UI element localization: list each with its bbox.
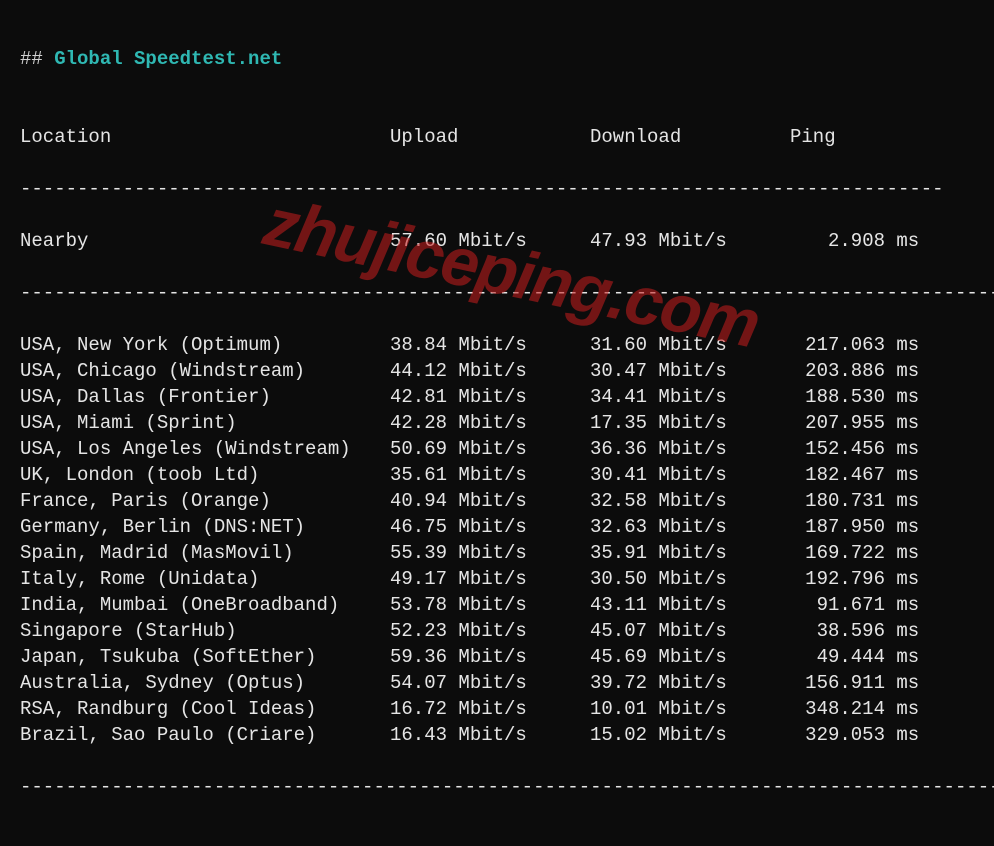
- table-row: USA, Miami (Sprint)42.28 Mbit/s17.35 Mbi…: [20, 410, 974, 436]
- header-upload: Upload: [390, 124, 590, 150]
- cell-location: USA, Los Angeles (Windstream): [20, 436, 390, 462]
- divider-line: ----------------------------------------…: [20, 176, 974, 202]
- cell-upload: 42.28 Mbit/s: [390, 410, 590, 436]
- table-row: USA, Los Angeles (Windstream)50.69 Mbit/…: [20, 436, 974, 462]
- cell-download: 17.35 Mbit/s: [590, 410, 790, 436]
- cell-location: USA, Miami (Sprint): [20, 410, 390, 436]
- cell-download: 32.63 Mbit/s: [590, 514, 790, 540]
- cell-ping: 2.908 ms: [790, 228, 950, 254]
- table-row: UK, London (toob Ltd)35.61 Mbit/s30.41 M…: [20, 462, 974, 488]
- cell-upload: 59.36 Mbit/s: [390, 644, 590, 670]
- cell-download: 10.01 Mbit/s: [590, 696, 790, 722]
- cell-location: Australia, Sydney (Optus): [20, 670, 390, 696]
- table-row: Australia, Sydney (Optus)54.07 Mbit/s39.…: [20, 670, 974, 696]
- cell-upload: 55.39 Mbit/s: [390, 540, 590, 566]
- cell-upload: 16.72 Mbit/s: [390, 696, 590, 722]
- section-title: ## Global Speedtest.net: [20, 46, 974, 72]
- cell-ping: 180.731 ms: [790, 488, 950, 514]
- cell-ping: 203.886 ms: [790, 358, 950, 384]
- cell-download: 32.58 Mbit/s: [590, 488, 790, 514]
- cell-ping: 182.467 ms: [790, 462, 950, 488]
- cell-location: Spain, Madrid (MasMovil): [20, 540, 390, 566]
- cell-ping: 38.596 ms: [790, 618, 950, 644]
- cell-location: USA, Dallas (Frontier): [20, 384, 390, 410]
- terminal-output: ## Global Speedtest.net LocationUploadDo…: [0, 0, 994, 846]
- table-row: Italy, Rome (Unidata)49.17 Mbit/s30.50 M…: [20, 566, 974, 592]
- cell-upload: 40.94 Mbit/s: [390, 488, 590, 514]
- cell-ping: 329.053 ms: [790, 722, 950, 748]
- cell-download: 39.72 Mbit/s: [590, 670, 790, 696]
- divider-line: ----------------------------------------…: [20, 280, 974, 306]
- cell-location: Italy, Rome (Unidata): [20, 566, 390, 592]
- cell-ping: 217.063 ms: [790, 332, 950, 358]
- cell-ping: 152.456 ms: [790, 436, 950, 462]
- title-prefix: ##: [20, 48, 54, 70]
- cell-ping: 49.444 ms: [790, 644, 950, 670]
- table-row: Singapore (StarHub)52.23 Mbit/s45.07 Mbi…: [20, 618, 974, 644]
- cell-ping: 192.796 ms: [790, 566, 950, 592]
- cell-location: RSA, Randburg (Cool Ideas): [20, 696, 390, 722]
- cell-location: USA, Chicago (Windstream): [20, 358, 390, 384]
- cell-location: UK, London (toob Ltd): [20, 462, 390, 488]
- table-row: Brazil, Sao Paulo (Criare)16.43 Mbit/s15…: [20, 722, 974, 748]
- cell-download: 35.91 Mbit/s: [590, 540, 790, 566]
- cell-location: Nearby: [20, 228, 390, 254]
- cell-upload: 53.78 Mbit/s: [390, 592, 590, 618]
- cell-ping: 156.911 ms: [790, 670, 950, 696]
- header-location: Location: [20, 124, 390, 150]
- cell-upload: 50.69 Mbit/s: [390, 436, 590, 462]
- cell-ping: 188.530 ms: [790, 384, 950, 410]
- cell-ping: 91.671 ms: [790, 592, 950, 618]
- cell-download: 30.41 Mbit/s: [590, 462, 790, 488]
- cell-location: Japan, Tsukuba (SoftEther): [20, 644, 390, 670]
- table-row: Germany, Berlin (DNS:NET)46.75 Mbit/s32.…: [20, 514, 974, 540]
- cell-upload: 38.84 Mbit/s: [390, 332, 590, 358]
- cell-upload: 44.12 Mbit/s: [390, 358, 590, 384]
- cell-upload: 57.60 Mbit/s: [390, 228, 590, 254]
- cell-location: Brazil, Sao Paulo (Criare): [20, 722, 390, 748]
- cell-download: 30.50 Mbit/s: [590, 566, 790, 592]
- cell-upload: 46.75 Mbit/s: [390, 514, 590, 540]
- nearby-row: Nearby57.60 Mbit/s47.93 Mbit/s2.908 ms: [20, 228, 974, 254]
- table-row: Japan, Tsukuba (SoftEther)59.36 Mbit/s45…: [20, 644, 974, 670]
- table-row: USA, Chicago (Windstream)44.12 Mbit/s30.…: [20, 358, 974, 384]
- cell-ping: 207.955 ms: [790, 410, 950, 436]
- table-row: USA, Dallas (Frontier)42.81 Mbit/s34.41 …: [20, 384, 974, 410]
- header-ping: Ping: [790, 124, 950, 150]
- cell-download: 47.93 Mbit/s: [590, 228, 790, 254]
- table-row: Spain, Madrid (MasMovil)55.39 Mbit/s35.9…: [20, 540, 974, 566]
- cell-ping: 169.722 ms: [790, 540, 950, 566]
- cell-upload: 54.07 Mbit/s: [390, 670, 590, 696]
- cell-download: 45.07 Mbit/s: [590, 618, 790, 644]
- cell-upload: 52.23 Mbit/s: [390, 618, 590, 644]
- table-row: France, Paris (Orange)40.94 Mbit/s32.58 …: [20, 488, 974, 514]
- cell-download: 31.60 Mbit/s: [590, 332, 790, 358]
- table-row: RSA, Randburg (Cool Ideas)16.72 Mbit/s10…: [20, 696, 974, 722]
- divider-line: ----------------------------------------…: [20, 774, 974, 800]
- table-header: LocationUploadDownloadPing: [20, 124, 974, 150]
- cell-location: India, Mumbai (OneBroadband): [20, 592, 390, 618]
- cell-download: 43.11 Mbit/s: [590, 592, 790, 618]
- cell-upload: 49.17 Mbit/s: [390, 566, 590, 592]
- cell-download: 30.47 Mbit/s: [590, 358, 790, 384]
- cell-download: 36.36 Mbit/s: [590, 436, 790, 462]
- cell-download: 34.41 Mbit/s: [590, 384, 790, 410]
- cell-location: Germany, Berlin (DNS:NET): [20, 514, 390, 540]
- cell-location: Singapore (StarHub): [20, 618, 390, 644]
- cell-download: 15.02 Mbit/s: [590, 722, 790, 748]
- table-row: India, Mumbai (OneBroadband)53.78 Mbit/s…: [20, 592, 974, 618]
- cell-ping: 187.950 ms: [790, 514, 950, 540]
- table-row: USA, New York (Optimum)38.84 Mbit/s31.60…: [20, 332, 974, 358]
- header-download: Download: [590, 124, 790, 150]
- cell-ping: 348.214 ms: [790, 696, 950, 722]
- cell-location: USA, New York (Optimum): [20, 332, 390, 358]
- title-text: Global Speedtest.net: [54, 48, 282, 70]
- cell-upload: 42.81 Mbit/s: [390, 384, 590, 410]
- cell-upload: 16.43 Mbit/s: [390, 722, 590, 748]
- cell-location: France, Paris (Orange): [20, 488, 390, 514]
- cell-download: 45.69 Mbit/s: [590, 644, 790, 670]
- cell-upload: 35.61 Mbit/s: [390, 462, 590, 488]
- results-body: USA, New York (Optimum)38.84 Mbit/s31.60…: [20, 332, 974, 748]
